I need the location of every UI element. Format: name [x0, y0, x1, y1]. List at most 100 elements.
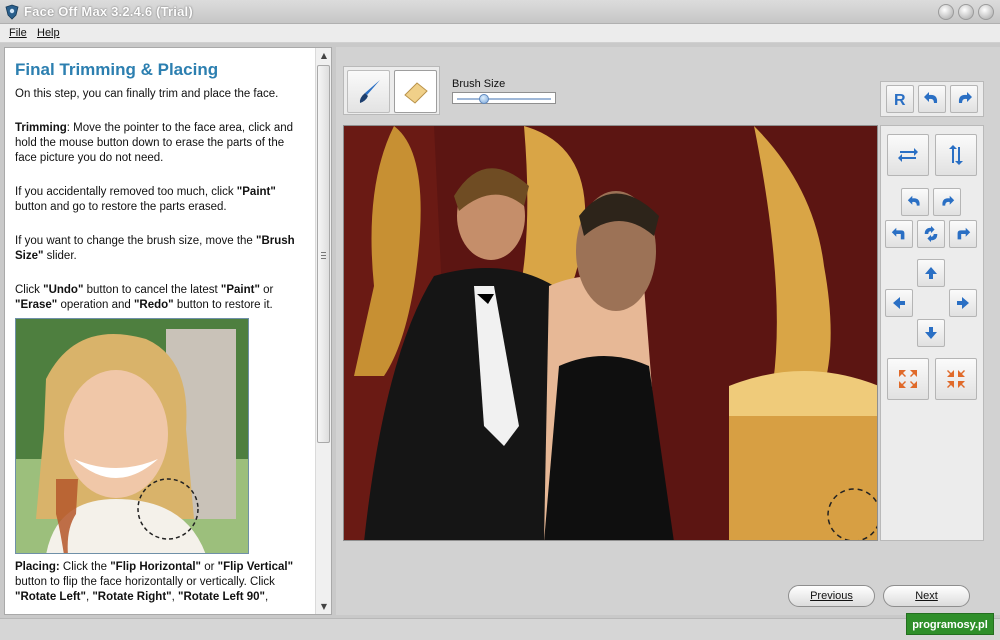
brush-icon: [359, 79, 380, 103]
flip-horizontal-icon: [898, 148, 918, 162]
menu-bar: File Help: [0, 24, 1000, 43]
move-down-button[interactable]: [917, 319, 945, 347]
redo-button[interactable]: [950, 85, 978, 113]
menu-file[interactable]: File: [9, 27, 27, 39]
accident-text-1: If you accidentally removed too much, cl…: [15, 186, 237, 198]
rotate-180-icon: [924, 225, 938, 243]
rotate-right-icon: [942, 195, 955, 206]
redo-label: "Redo": [133, 299, 174, 311]
rotate-left-90-icon: [891, 227, 905, 240]
editor-panel: Brush Size R Previous Next: [336, 47, 1000, 615]
brush-size-label: Brush Size: [452, 78, 506, 90]
flip-h-label: "Flip Horizontal": [110, 561, 201, 573]
grip-line: [321, 252, 326, 253]
brush-text-2: slider.: [43, 250, 77, 262]
trimming-paragraph: Trimming: Move the pointer to the face a…: [15, 121, 305, 166]
grip-line: [321, 258, 326, 259]
rotate-180-button[interactable]: [917, 220, 945, 248]
flip-vertical-icon: [949, 145, 963, 165]
arrow-right-icon: [957, 297, 969, 309]
step-heading: Final Trimming & Placing: [15, 60, 219, 79]
brush-paragraph: If you want to change the brush size, mo…: [15, 234, 305, 264]
undo-button[interactable]: [918, 85, 946, 113]
paint-tool-button[interactable]: [347, 70, 390, 113]
scroll-thumb[interactable]: [317, 65, 330, 443]
flip-v-label: "Flip Vertical": [217, 561, 294, 573]
slider-knob[interactable]: [479, 94, 489, 104]
transform-group: [880, 125, 984, 541]
watermark: programosy.pl: [906, 613, 994, 635]
placing-label: Placing:: [15, 561, 60, 573]
accident-text-2: button and go to restore the parts erase…: [15, 201, 227, 213]
example-photo: [15, 318, 249, 554]
move-right-button[interactable]: [949, 289, 977, 317]
expand-icon: [899, 370, 917, 388]
brush-size-slider[interactable]: [452, 92, 556, 104]
menu-help[interactable]: Help: [37, 27, 60, 39]
placing-paragraph: Placing: Click the "Flip Horizontal" or …: [15, 560, 305, 605]
reset-icon: R: [894, 92, 906, 109]
move-up-button[interactable]: [917, 259, 945, 287]
move-left-button[interactable]: [885, 289, 913, 317]
instructions-content: Final Trimming & Placing On this step, y…: [15, 60, 305, 614]
erase-tool-button[interactable]: [394, 70, 437, 113]
shrink-button[interactable]: [935, 358, 977, 400]
scroll-up-icon[interactable]: ▲: [319, 51, 329, 61]
brush-text-1: If you want to change the brush size, mo…: [15, 235, 257, 247]
rotate-left-90-button[interactable]: [885, 220, 913, 248]
app-icon: [4, 4, 20, 20]
title-bar: Face Off Max 3.2.4.6 (Trial): [0, 0, 1000, 24]
rotate-left-90-label: "Rotate Left 90": [178, 591, 265, 603]
close-icon[interactable]: [978, 4, 994, 20]
trimming-label: Trimming: [15, 122, 67, 134]
enlarge-button[interactable]: [887, 358, 929, 400]
placing-text-3: button to flip the face horizontally or …: [15, 576, 275, 588]
arrow-down-icon: [925, 327, 937, 339]
accident-paragraph: If you accidentally removed too much, cl…: [15, 185, 305, 215]
shrink-icon: [947, 370, 965, 388]
rotate-right-label: "Rotate Right": [92, 591, 172, 603]
undo-text-5: button to restore it.: [173, 299, 273, 311]
history-group: R: [880, 81, 984, 117]
photo-canvas[interactable]: [343, 125, 878, 541]
arrow-up-icon: [925, 267, 937, 279]
instructions-panel: Final Trimming & Placing On this step, y…: [4, 47, 332, 615]
undo-text-4: operation and: [57, 299, 134, 311]
eraser-icon: [403, 81, 428, 104]
undo-text-2: button to cancel the latest: [83, 284, 221, 296]
maximize-icon[interactable]: [958, 4, 974, 20]
intro-text: On this step, you can finally trim and p…: [15, 88, 279, 100]
placing-text-2: or: [201, 561, 218, 573]
rotate-left-button[interactable]: [901, 188, 929, 216]
scroll-down-icon[interactable]: ▼: [319, 602, 329, 612]
arrow-left-icon: [893, 297, 905, 309]
erase-label: "Erase": [15, 299, 58, 311]
grip-line: [321, 255, 326, 256]
rotate-right-90-icon: [957, 227, 971, 240]
minimize-icon[interactable]: [938, 4, 954, 20]
next-button[interactable]: Next: [883, 585, 970, 607]
svg-text:R: R: [894, 92, 906, 109]
tool-group: [343, 66, 440, 115]
flip-horizontal-button[interactable]: [887, 134, 929, 176]
window-title: Face Off Max 3.2.4.6 (Trial): [24, 4, 193, 19]
undo-label: "Undo": [43, 284, 84, 296]
paint-label-2: "Paint": [220, 284, 260, 296]
rotate-right-90-button[interactable]: [949, 220, 977, 248]
flip-vertical-button[interactable]: [935, 134, 977, 176]
slider-line: [457, 98, 551, 100]
rotate-right-button[interactable]: [933, 188, 961, 216]
rotate-left-icon: [907, 195, 920, 206]
previous-button[interactable]: Previous: [788, 585, 875, 607]
undo-text-3: or: [259, 284, 274, 296]
undo-paragraph: Click "Undo" button to cancel the latest…: [15, 283, 305, 313]
reset-button[interactable]: R: [886, 85, 914, 113]
status-bar: [0, 618, 1000, 640]
rotate-left-label: "Rotate Left": [15, 591, 86, 603]
placing-text-6: ,: [264, 591, 269, 603]
redo-icon: [958, 92, 972, 103]
placing-text-1: Click the: [59, 561, 111, 573]
undo-icon: [924, 92, 938, 103]
instructions-scrollbar[interactable]: ▲ ▼: [315, 48, 331, 614]
paint-label: "Paint": [236, 186, 276, 198]
